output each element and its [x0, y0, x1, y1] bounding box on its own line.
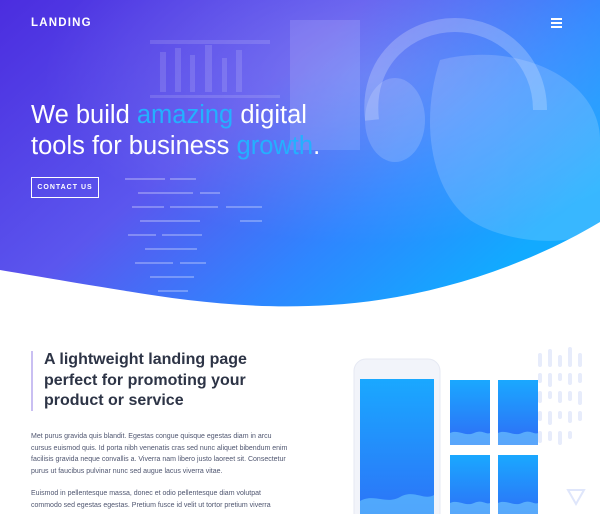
feature-paragraph-2: Euismod in pellentesque massa, donec et …	[31, 490, 271, 509]
hero-title-highlight-growth: growth	[236, 132, 314, 160]
navbar: LANDING	[0, 0, 600, 46]
app-screen-3	[450, 455, 490, 514]
hero-title: We build amazing digital tools for busin…	[31, 100, 361, 162]
feature-paragraph-1: Met purus gravida quis blandit. Egestas …	[31, 433, 288, 475]
contact-us-button[interactable]: CONTACT US	[31, 177, 99, 198]
hamburger-menu-icon[interactable]	[551, 17, 563, 28]
decorative-triangle	[566, 489, 586, 507]
quote-bar	[31, 351, 33, 411]
hero-title-part1: We build	[31, 101, 137, 129]
app-screen-4	[498, 455, 538, 514]
hero-title-end: .	[313, 132, 321, 160]
logo[interactable]: LANDING	[31, 17, 92, 29]
app-screen-1	[450, 380, 490, 445]
feature-title: A lightweight landing page perfect for p…	[44, 351, 247, 409]
device-mockups-illustration	[353, 347, 586, 514]
app-screen-2	[498, 380, 538, 445]
decorative-dots	[538, 347, 582, 445]
phone-mockup-large	[353, 358, 441, 514]
hero-title-highlight-amazing: amazing	[136, 101, 234, 129]
hero-section: LANDING We build amazing digital tools f…	[0, 0, 600, 320]
